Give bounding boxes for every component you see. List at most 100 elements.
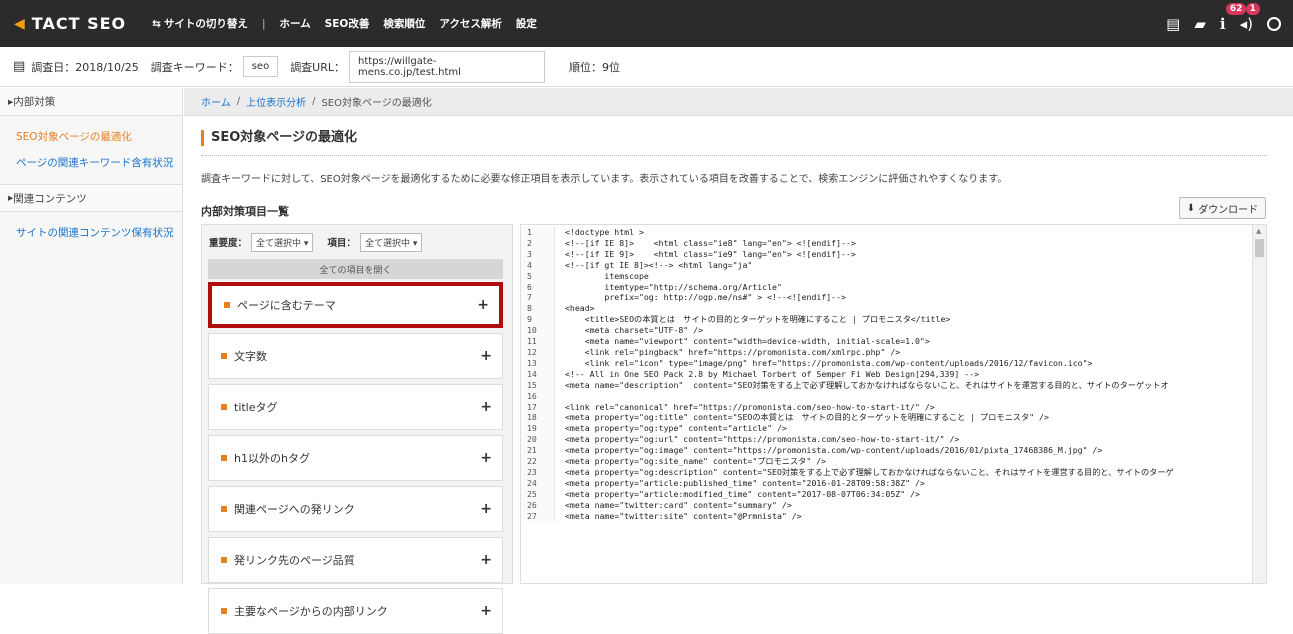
download-button[interactable]: ⬇ ダウンロード	[1179, 197, 1266, 219]
code-line: 19 <meta property="og:type" content="arti…	[521, 423, 1266, 435]
item-filter-select[interactable]: 全て選択中 ▾	[359, 232, 423, 252]
code-text: <!-- All in One SEO Pack 2.8 by Michael …	[565, 368, 980, 379]
line-number: 14	[521, 368, 555, 380]
line-number: 11	[521, 336, 555, 347]
bullet-icon	[221, 353, 227, 359]
code-line: 11 <meta name="viewport" content="width=…	[521, 336, 1266, 347]
url-label: 調査URL：	[290, 60, 346, 74]
item-filter-label: 項目：	[327, 238, 356, 249]
plus-icon[interactable]: +	[480, 348, 492, 364]
plus-icon[interactable]: +	[477, 297, 489, 313]
line-number: 21	[521, 445, 555, 457]
rank-text: 順位：9位	[569, 60, 621, 74]
item-title-tag[interactable]: titleタグ +	[208, 384, 503, 430]
top-bar: ◀ TACT SEO ⇆ サイトの切り替え | ホーム SEO改善 検索順位 アク…	[0, 0, 1293, 47]
sidebar-item-related-content[interactable]: サイトの関連コンテンツ保有状況	[0, 220, 182, 246]
bullet-icon	[221, 404, 227, 410]
line-number: 8	[521, 303, 555, 315]
nav-seo-improve[interactable]: SEO改善	[325, 16, 370, 31]
code-text: <!--[if IE 9]> <html class="ie9" lang="e…	[565, 248, 856, 259]
code-line: 23 <meta property="og:description" conten…	[521, 466, 1266, 478]
plus-icon[interactable]: +	[480, 450, 492, 466]
code-text: <meta name="twitter:card" content="summa…	[565, 499, 792, 510]
logo-mark-icon: ◀	[14, 15, 26, 32]
code-line: 8 <head>	[521, 303, 1266, 315]
line-number: 24	[521, 477, 555, 489]
code-text: itemtype="http://schema.org/Article"	[565, 281, 782, 292]
nav-site-switch[interactable]: ⇆ サイトの切り替え	[152, 16, 248, 31]
nav-home[interactable]: ホーム	[279, 16, 310, 31]
line-number: 23	[521, 466, 555, 478]
code-text: <meta property="og:url" content="https:/…	[565, 434, 960, 445]
plus-icon[interactable]: +	[480, 552, 492, 568]
item-internal-links[interactable]: 主要なページからの内部リンク +	[208, 588, 503, 634]
line-number: 9	[521, 314, 555, 326]
line-number: 6	[521, 281, 555, 293]
open-all-button[interactable]: 全ての項目を開く	[208, 259, 503, 279]
user-icon[interactable]	[1267, 16, 1281, 31]
item-word-count[interactable]: 文字数 +	[208, 333, 503, 379]
folder-icon[interactable]: ▰	[1194, 15, 1206, 33]
code-line: 16	[521, 390, 1266, 402]
sidebar-group-internal: SEO対象ページの最適化 ページの関連キーワード含有状況	[0, 116, 182, 184]
code-text: <meta property="og:site_name" content="プ…	[565, 456, 827, 467]
report-icon[interactable]: ▤	[1166, 15, 1180, 33]
scroll-up-icon[interactable]: ▲	[1256, 227, 1261, 235]
megaphone-icon[interactable]: ◂) 1	[1240, 2, 1260, 33]
document-icon: ▤	[13, 59, 26, 74]
line-number: 20	[521, 434, 555, 446]
keyword-label: 調査キーワード：	[150, 60, 239, 74]
breadcrumb-current: SEO対象ページの最適化	[321, 98, 432, 109]
scroll-thumb[interactable]	[1255, 239, 1264, 257]
bullet-icon	[221, 455, 227, 461]
line-number: 5	[521, 270, 555, 282]
plus-icon[interactable]: +	[480, 399, 492, 415]
info-icon[interactable]: ℹ 62	[1220, 2, 1247, 33]
line-number: 17	[521, 401, 555, 413]
filters: 重要度： 全て選択中 ▾ 項目： 全て選択中 ▾	[202, 225, 512, 259]
section-title: 内部対策項目一覧	[201, 205, 289, 218]
plus-icon[interactable]: +	[480, 501, 492, 517]
logo[interactable]: ◀ TACT SEO	[14, 14, 126, 33]
line-number: 19	[521, 423, 555, 435]
scrollbar[interactable]: ▲	[1252, 225, 1266, 583]
breadcrumb-home[interactable]: ホーム	[201, 94, 231, 109]
nav-search-rank[interactable]: 検索順位	[383, 16, 425, 31]
code-text: <meta property="og:title" content="SEOの本…	[565, 412, 1049, 423]
nav-access-analysis[interactable]: アクセス解析	[439, 16, 501, 31]
breadcrumb-separator: /	[312, 96, 316, 107]
code-line: 5 itemscope	[521, 270, 1266, 282]
line-number: 26	[521, 499, 555, 511]
code-text: <meta name="description" content="SEO対策を…	[565, 379, 1169, 390]
nav-separator: |	[261, 17, 266, 30]
bullet-icon	[224, 302, 230, 308]
item-outbound-links[interactable]: 関連ページへの発リンク +	[208, 486, 503, 532]
code-line: 24 <meta property="article:published_time…	[521, 477, 1266, 489]
code-line: 15 <meta name="description" content="SEO対…	[521, 379, 1266, 391]
item-theme[interactable]: ページに含むテーマ +	[208, 282, 503, 328]
breadcrumb-analysis[interactable]: 上位表示分析	[246, 94, 306, 109]
code-line: 12 <link rel="pingback" href="https://pr…	[521, 346, 1266, 358]
line-number: 15	[521, 379, 555, 391]
code-text: <meta property="article:published_time" …	[565, 477, 925, 488]
source-code-viewer[interactable]: 1 <!doctype html > 2 <!--[if IE 8]> <html c…	[520, 224, 1267, 584]
line-number: 10	[521, 325, 555, 337]
sidebar-section-internal[interactable]: ▸ 内部対策	[0, 88, 182, 116]
main-content: ホーム / 上位表示分析 / SEO対象ページの最適化 SEO対象ページの最適化…	[184, 88, 1293, 634]
sidebar-item-keyword-status[interactable]: ページの関連キーワード含有状況	[0, 150, 182, 176]
bullet-icon	[221, 608, 227, 614]
code-text: <meta property="article:modified_time" c…	[565, 488, 920, 499]
sidebar-section-related[interactable]: ▸ 関連コンテンツ	[0, 184, 182, 212]
notification-badge: 62	[1225, 2, 1247, 15]
sidebar-item-seo-optimize[interactable]: SEO対象ページの最適化	[0, 124, 182, 150]
nav-settings[interactable]: 設定	[516, 16, 537, 31]
top-icons: ▤ ▰ ℹ 62 ◂) 1	[1166, 0, 1281, 47]
plus-icon[interactable]: +	[480, 603, 492, 619]
code-line: 27 <meta name="twitter:site" content="@Pr…	[521, 510, 1266, 522]
line-number: 2	[521, 237, 555, 249]
code-text: <!--[if gt IE 8]><!--> <html lang="ja"	[565, 259, 753, 270]
item-list: ページに含むテーマ + 文字数 + titleタグ + h1以外のhタグ + 関連ページ…	[208, 282, 503, 634]
importance-select[interactable]: 全て選択中 ▾	[251, 232, 314, 252]
item-h-tags[interactable]: h1以外のhタグ +	[208, 435, 503, 481]
item-link-quality[interactable]: 発リンク先のページ品質 +	[208, 537, 503, 583]
